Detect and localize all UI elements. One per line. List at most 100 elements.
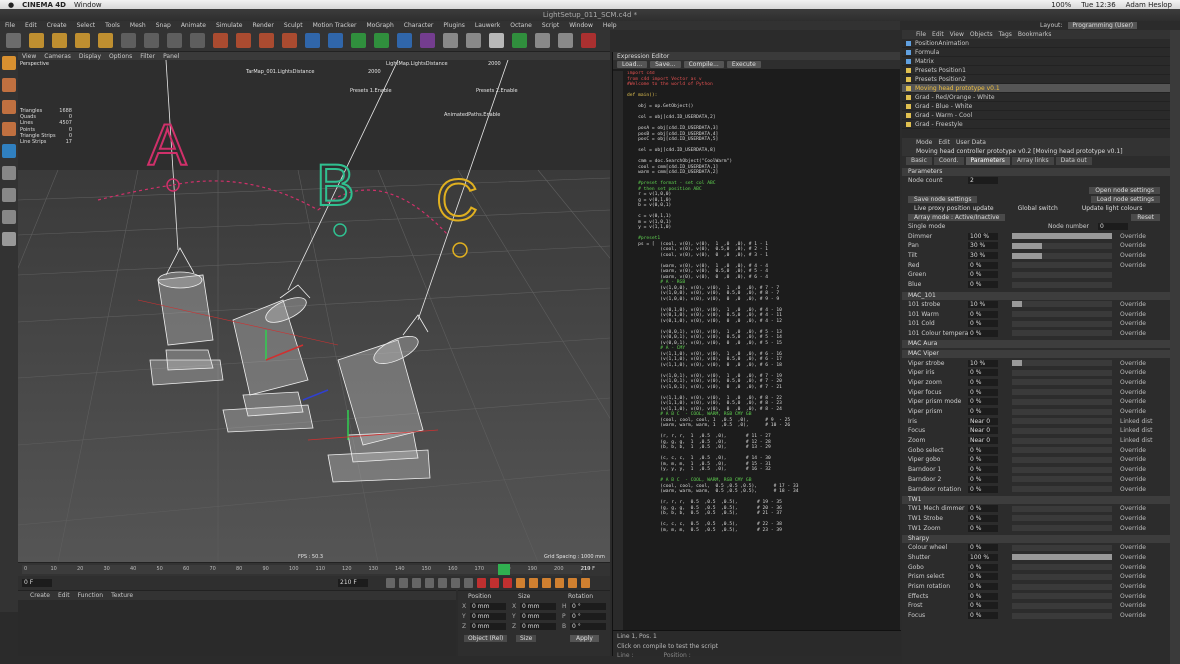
override-checkbox[interactable]: Override (1120, 369, 1146, 376)
attribute-menu-mode[interactable]: Mode (916, 139, 932, 146)
parameter-slider[interactable] (1012, 515, 1112, 522)
end-frame[interactable]: 210 F (338, 579, 368, 587)
override-checkbox[interactable]: Linked dist (1120, 418, 1152, 425)
parameter-slider[interactable] (1012, 281, 1112, 288)
nurbs-icon[interactable] (351, 33, 366, 48)
menu-file[interactable]: File (5, 22, 15, 29)
parameter-slider[interactable] (1012, 554, 1112, 561)
python-icon[interactable] (535, 33, 550, 48)
override-checkbox[interactable]: Override (1120, 525, 1146, 532)
object-row[interactable]: Matrix (902, 57, 1170, 66)
parameter-slider[interactable] (1012, 447, 1112, 454)
parameter-slider[interactable] (1012, 612, 1112, 619)
global-switch-checkbox[interactable]: Global switch (1012, 205, 1064, 212)
menu-mesh[interactable]: Mesh (130, 22, 146, 29)
override-checkbox[interactable]: Override (1120, 583, 1146, 590)
render-view-icon[interactable] (236, 33, 251, 48)
override-checkbox[interactable]: Linked dist (1120, 427, 1152, 434)
slider-value-1[interactable]: 2000 (368, 69, 381, 75)
object-name[interactable]: Grad - Red/Orange - White (915, 94, 995, 101)
node-count-field[interactable]: 2 (968, 177, 998, 185)
rotate-icon[interactable] (75, 33, 90, 48)
load-node-settings-button[interactable]: Load node settings (1090, 195, 1160, 203)
layout-select[interactable]: Programming (User) (1068, 22, 1138, 29)
object-name[interactable]: Grad - Blue - White (915, 103, 972, 110)
menu-create[interactable]: Create (47, 22, 67, 29)
object-menu-view[interactable]: View (950, 31, 964, 38)
tab-parameters[interactable]: Parameters (965, 157, 1010, 165)
scale-key-icon[interactable] (529, 578, 538, 588)
override-checkbox[interactable]: Override (1120, 564, 1146, 571)
load-button[interactable]: Load... (617, 61, 648, 68)
parameter-slider[interactable] (1012, 360, 1112, 367)
parameter-slider[interactable] (1012, 233, 1112, 240)
live-proxy-checkbox[interactable]: Live proxy position update (908, 205, 1000, 212)
go-end-icon[interactable] (464, 578, 473, 588)
parameter-slider[interactable] (1012, 389, 1112, 396)
points-mode-icon[interactable] (2, 78, 16, 92)
render-picture-icon[interactable] (259, 33, 274, 48)
menu-tools[interactable]: Tools (105, 22, 120, 29)
object-menu-bookmarks[interactable]: Bookmarks (1018, 31, 1052, 38)
x-axis-icon[interactable] (121, 33, 136, 48)
coord-field[interactable]: 0 ° (570, 613, 606, 620)
pla-key-icon[interactable] (568, 578, 577, 588)
section-header[interactable]: TW1 (902, 495, 1170, 504)
move-icon[interactable] (29, 33, 44, 48)
object-row[interactable]: Moving head prototype v0.1 (902, 84, 1170, 93)
parameter-value[interactable]: 0 % (968, 524, 998, 532)
coord-field[interactable]: 0 mm (470, 623, 506, 630)
close-icon[interactable] (581, 33, 596, 48)
y-axis-icon[interactable] (144, 33, 159, 48)
live-select-icon[interactable] (98, 33, 113, 48)
edges-mode-icon[interactable] (2, 100, 16, 114)
parameter-slider[interactable] (1012, 476, 1112, 483)
current-frame[interactable]: 219 F (581, 566, 595, 572)
parameter-slider[interactable] (1012, 330, 1112, 337)
parameter-slider[interactable] (1012, 505, 1112, 512)
object-menu-tags[interactable]: Tags (999, 31, 1012, 38)
override-checkbox[interactable]: Override (1120, 593, 1146, 600)
spline-icon[interactable] (328, 33, 343, 48)
deformer-icon[interactable] (397, 33, 412, 48)
object-name[interactable]: PositionAnimation (915, 40, 969, 47)
parameter-value[interactable]: 0 % (968, 583, 998, 591)
edit-render-settings-icon[interactable] (282, 33, 297, 48)
object-menu-file[interactable]: File (916, 31, 926, 38)
parameter-slider[interactable] (1012, 583, 1112, 590)
material-menu-texture[interactable]: Texture (111, 592, 133, 599)
object-row[interactable]: Presets Position2 (902, 75, 1170, 84)
animated-paths-toggle[interactable]: AnimatedPaths.Enable (444, 112, 500, 118)
object-row[interactable]: Grad - Warm - Cool (902, 111, 1170, 120)
override-checkbox[interactable]: Override (1120, 242, 1146, 249)
sculpt-icon[interactable] (512, 33, 527, 48)
viewport-menu-display[interactable]: Display (79, 53, 101, 60)
material-menu-create[interactable]: Create (30, 592, 50, 599)
parameter-value[interactable]: 0 % (968, 456, 998, 464)
autokey-icon[interactable] (490, 578, 499, 588)
scene-icon[interactable] (420, 33, 435, 48)
parameter-value[interactable]: 0 % (968, 310, 998, 318)
parameter-value[interactable]: Near 0 (968, 417, 998, 425)
parameter-slider[interactable] (1012, 408, 1112, 415)
slider-value-2[interactable]: 2000 (488, 61, 501, 67)
open-node-settings-button[interactable]: Open node settings (1089, 186, 1160, 194)
apple-icon[interactable]: ● (8, 1, 14, 9)
override-checkbox[interactable]: Override (1120, 476, 1146, 483)
timeline-icon[interactable] (581, 578, 590, 588)
override-checkbox[interactable]: Override (1120, 262, 1146, 269)
parameter-slider[interactable] (1012, 398, 1112, 405)
menu-sculpt[interactable]: Sculpt (284, 22, 303, 29)
parameter-value[interactable]: Near 0 (968, 437, 998, 445)
parameter-value[interactable]: 0 % (968, 388, 998, 396)
attribute-menu-edit[interactable]: Edit (938, 139, 950, 146)
parameter-value[interactable]: 0 % (968, 466, 998, 474)
override-checkbox[interactable]: Override (1120, 311, 1146, 318)
object-menu-edit[interactable]: Edit (932, 31, 944, 38)
object-name[interactable]: Grad - Freestyle (915, 121, 963, 128)
override-checkbox[interactable]: Override (1120, 320, 1146, 327)
undo-icon[interactable] (6, 33, 21, 48)
polygons-mode-icon[interactable] (2, 122, 16, 136)
object-name[interactable]: Presets Position1 (915, 67, 966, 74)
parameter-value[interactable]: 0 % (968, 505, 998, 513)
